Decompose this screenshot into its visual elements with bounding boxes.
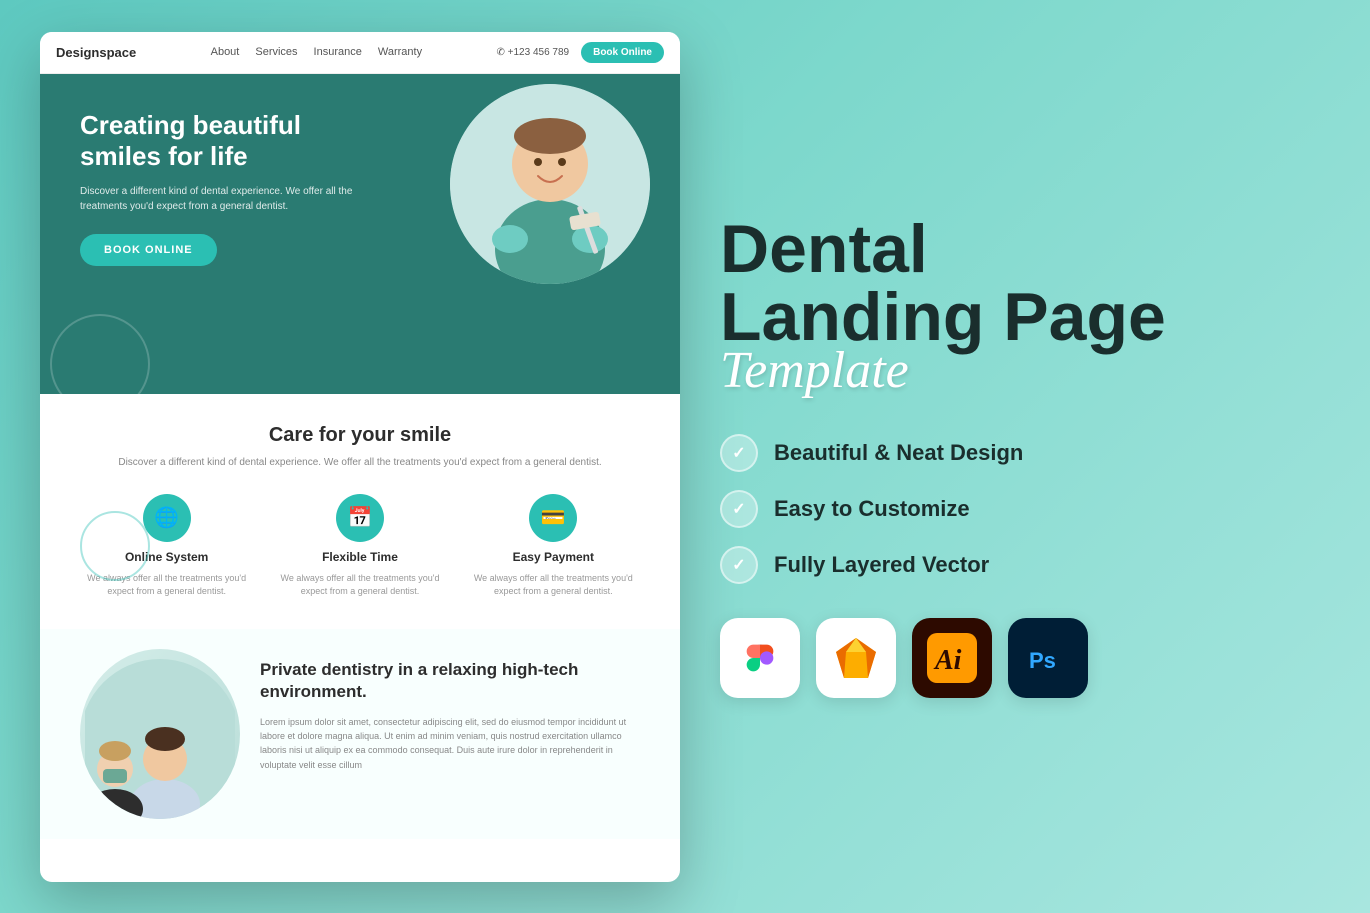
easy-payment-text: We always offer all the treatments you'd… [467,572,640,599]
circle-decoration [80,511,150,581]
feature-item-1: Beautiful & Neat Design [720,434,1290,472]
flexible-time-name: Flexible Time [322,550,398,564]
info-panel: Dental Landing Page Template Beautiful &… [680,195,1330,718]
photoshop-app-icon: Ps [1008,618,1088,698]
flexible-time-text: We always offer all the treatments you'd… [273,572,446,599]
hero-section: Creating beautiful smiles for life Disco… [40,74,680,394]
main-title: Dental Landing Page [720,215,1290,351]
feature-label-1: Beautiful & Neat Design [774,440,1023,466]
people-illustration [85,659,235,819]
nav-warranty[interactable]: Warranty [378,46,422,58]
browser-mockup: Designspace About Services Insurance War… [40,32,680,882]
phone-number: ✆ +123 456 789 [496,47,569,58]
check-icon-2 [720,490,758,528]
sketch-app-icon [816,618,896,698]
services-title: Care for your smile [80,424,640,447]
bottom-text: Lorem ipsum dolor sit amet, consectetur … [260,715,640,773]
doctor-illustration [450,84,650,284]
browser-navbar: Designspace About Services Insurance War… [40,32,680,74]
brand-logo: Designspace [56,45,136,60]
feature-item-3: Fully Layered Vector [720,546,1290,584]
service-flexible-time: 📅 Flexible Time We always offer all the … [273,494,446,599]
bottom-content: Private dentistry in a relaxing high-tec… [260,649,640,773]
main-title-block: Dental Landing Page Template [720,215,1290,400]
title-line1: Dental [720,211,928,287]
easy-payment-name: Easy Payment [513,550,594,564]
nav-about[interactable]: About [211,46,240,58]
nav-services[interactable]: Services [255,46,297,58]
hero-description: Discover a different kind of dental expe… [80,184,388,214]
bottom-title: Private dentistry in a relaxing high-tec… [260,659,640,703]
feature-item-2: Easy to Customize [720,490,1290,528]
services-grid: 🌐 Online System We always offer all the … [80,494,640,599]
illustrator-app-icon: Ai [912,618,992,698]
feature-label-3: Fully Layered Vector [774,552,989,578]
service-easy-payment: 💳 Easy Payment We always offer all the t… [467,494,640,599]
bottom-dentist-image [80,649,240,819]
check-icon-3 [720,546,758,584]
app-icons-row: Ai Ps [720,618,1290,698]
svg-text:Ps: Ps [1029,648,1056,673]
nav-right: ✆ +123 456 789 Book Online [496,42,664,63]
easy-payment-icon: 💳 [529,494,577,542]
hero-doctor-image [450,84,650,284]
services-description: Discover a different kind of dental expe… [80,455,640,470]
hero-circle-decoration [50,314,150,394]
hero-content: Creating beautiful smiles for life Disco… [80,110,388,266]
online-system-icon: 🌐 [143,494,191,542]
feature-label-2: Easy to Customize [774,496,970,522]
hero-title: Creating beautiful smiles for life [80,110,388,172]
check-icon-1 [720,434,758,472]
nav-links: About Services Insurance Warranty [211,46,422,58]
bottom-section: Private dentistry in a relaxing high-tec… [40,629,680,839]
services-section: Care for your smile Discover a different… [40,394,680,629]
features-list: Beautiful & Neat Design Easy to Customiz… [720,434,1290,584]
svg-text:Ai: Ai [933,645,962,676]
hero-cta-button[interactable]: BOOK ONLINE [80,234,217,266]
book-online-nav-button[interactable]: Book Online [581,42,664,63]
flexible-time-icon: 📅 [336,494,384,542]
figma-app-icon [720,618,800,698]
nav-insurance[interactable]: Insurance [314,46,362,58]
